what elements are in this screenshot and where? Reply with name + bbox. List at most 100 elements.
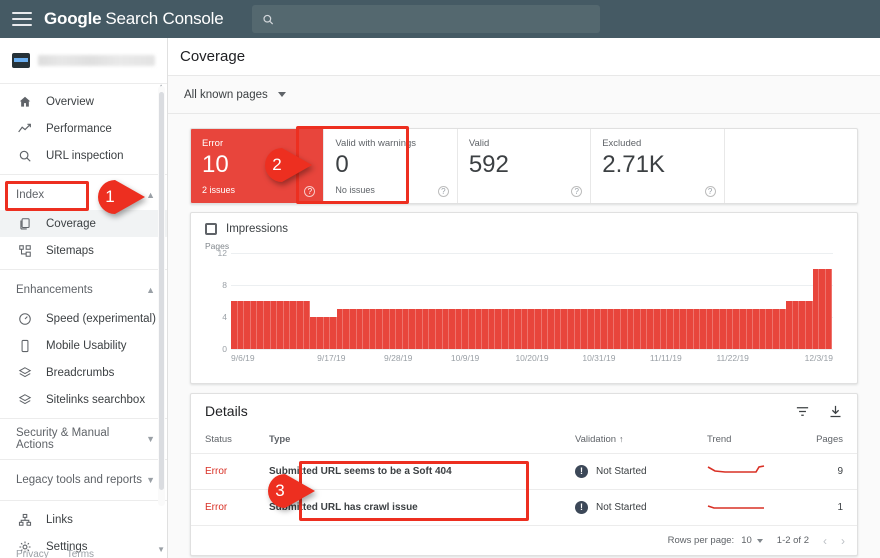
chart-bar[interactable] <box>555 309 562 349</box>
chart-bar[interactable] <box>264 301 271 349</box>
chart-bar[interactable] <box>707 309 714 349</box>
chart-bar[interactable] <box>601 309 608 349</box>
help-icon[interactable]: ? <box>304 186 315 197</box>
chart-bar[interactable] <box>290 301 297 349</box>
chart-bar[interactable] <box>760 309 767 349</box>
chart-bar[interactable] <box>363 309 370 349</box>
chart-bar[interactable] <box>310 317 317 349</box>
chart-bar[interactable] <box>423 309 430 349</box>
chart-bar[interactable] <box>588 309 595 349</box>
sidebar-item-breadcrumbs[interactable]: Breadcrumbs <box>0 359 167 386</box>
global-search[interactable] <box>252 5 600 33</box>
chart-bar[interactable] <box>324 317 331 349</box>
chart-bar[interactable] <box>700 309 707 349</box>
filter-icon[interactable] <box>795 404 810 419</box>
chart-bar[interactable] <box>231 301 238 349</box>
chart-bar[interactable] <box>304 301 311 349</box>
chart-bar[interactable] <box>482 309 489 349</box>
brand-logo[interactable]: GoogleSearch Console <box>44 9 224 29</box>
chart-bar[interactable] <box>277 301 284 349</box>
search-input[interactable] <box>282 12 590 26</box>
chart-bar[interactable] <box>799 301 806 349</box>
chart-bar[interactable] <box>548 309 555 349</box>
chart-bar[interactable] <box>621 309 628 349</box>
impressions-toggle[interactable]: Impressions <box>205 223 843 235</box>
chart-bar[interactable] <box>654 309 661 349</box>
sidebar-item-overview[interactable]: Overview <box>0 88 167 115</box>
chart-bar[interactable] <box>343 309 350 349</box>
sidebar-section-enhancements[interactable]: Enhancements ▲ <box>0 275 167 305</box>
chart-bar[interactable] <box>317 317 324 349</box>
chart-bar[interactable] <box>819 269 826 349</box>
chart-bar[interactable] <box>443 309 450 349</box>
chart-bar[interactable] <box>667 309 674 349</box>
chart-bar[interactable] <box>727 309 734 349</box>
chart-bar[interactable] <box>416 309 423 349</box>
chart-bar[interactable] <box>350 309 357 349</box>
help-icon[interactable]: ? <box>571 186 582 197</box>
chart-bar[interactable] <box>826 269 833 349</box>
sidebar-item-url-inspection[interactable]: URL inspection <box>0 142 167 169</box>
chart-bar[interactable] <box>257 301 264 349</box>
previous-page-button[interactable]: ‹ <box>823 534 827 548</box>
column-header-validation[interactable]: Validation↑ <box>575 428 707 454</box>
chart-bar[interactable] <box>383 309 390 349</box>
help-icon[interactable]: ? <box>705 186 716 197</box>
chart-bar[interactable] <box>251 301 258 349</box>
chart-bar[interactable] <box>786 301 793 349</box>
sidebar-item-links[interactable]: Links <box>0 506 167 533</box>
chart-bar[interactable] <box>390 309 397 349</box>
chart-bar[interactable] <box>436 309 443 349</box>
chart-bar[interactable] <box>515 309 522 349</box>
hamburger-icon[interactable] <box>12 9 32 29</box>
status-card-valid-with-warnings[interactable]: Valid with warnings 0 No issues ? <box>324 129 457 203</box>
chart-bar[interactable] <box>568 309 575 349</box>
chart-bar[interactable] <box>608 309 615 349</box>
chart-bar[interactable] <box>297 301 304 349</box>
help-icon[interactable]: ? <box>438 186 449 197</box>
sidebar-item-sitelinks-searchbox[interactable]: Sitelinks searchbox <box>0 386 167 413</box>
chart-bar[interactable] <box>733 309 740 349</box>
sidebar-item-sitemaps[interactable]: Sitemaps <box>0 237 167 264</box>
column-header-trend[interactable]: Trend <box>707 428 799 454</box>
chart-bar[interactable] <box>522 309 529 349</box>
chart-bar[interactable] <box>561 309 568 349</box>
column-header-type[interactable]: Type <box>263 428 575 454</box>
status-card-valid[interactable]: Valid 592 ? <box>458 129 591 203</box>
chart-bar[interactable] <box>456 309 463 349</box>
page-scope-dropdown[interactable]: All known pages <box>184 89 286 101</box>
chart-bar[interactable] <box>595 309 602 349</box>
chart-bar[interactable] <box>766 309 773 349</box>
download-icon[interactable] <box>828 404 843 419</box>
chart-bar[interactable] <box>509 309 516 349</box>
sidebar-item-speed[interactable]: Speed (experimental) <box>0 305 167 332</box>
chart-bar[interactable] <box>780 309 787 349</box>
chart-bar[interactable] <box>357 309 364 349</box>
chart-bar[interactable] <box>813 269 820 349</box>
sidebar-scrollbar[interactable] <box>158 86 165 506</box>
chart-bar[interactable] <box>713 309 720 349</box>
chart-bar[interactable] <box>575 309 582 349</box>
chart-bar[interactable] <box>720 309 727 349</box>
rows-per-page-select[interactable]: 10 <box>741 535 763 546</box>
chart-bar[interactable] <box>330 317 337 349</box>
chart-bar[interactable] <box>753 309 760 349</box>
column-header-pages[interactable]: Pages <box>799 428 857 454</box>
chart-bar[interactable] <box>449 309 456 349</box>
sidebar-item-performance[interactable]: Performance <box>0 115 167 142</box>
chart-bar[interactable] <box>469 309 476 349</box>
chart-bar[interactable] <box>489 309 496 349</box>
chart-bar[interactable] <box>542 309 549 349</box>
chart-bar[interactable] <box>674 309 681 349</box>
checkbox-icon[interactable] <box>205 223 217 235</box>
chart-bar[interactable] <box>806 301 813 349</box>
chart-bar[interactable] <box>271 301 278 349</box>
chart-bar[interactable] <box>528 309 535 349</box>
chart-bar[interactable] <box>740 309 747 349</box>
chart-bar[interactable] <box>694 309 701 349</box>
chart-bar[interactable] <box>628 309 635 349</box>
sidebar-section-security[interactable]: Security & Manual Actions ▼ <box>0 424 167 454</box>
terms-link[interactable]: Terms <box>67 549 94 558</box>
chart-bar[interactable] <box>462 309 469 349</box>
property-selector[interactable] <box>0 38 167 84</box>
